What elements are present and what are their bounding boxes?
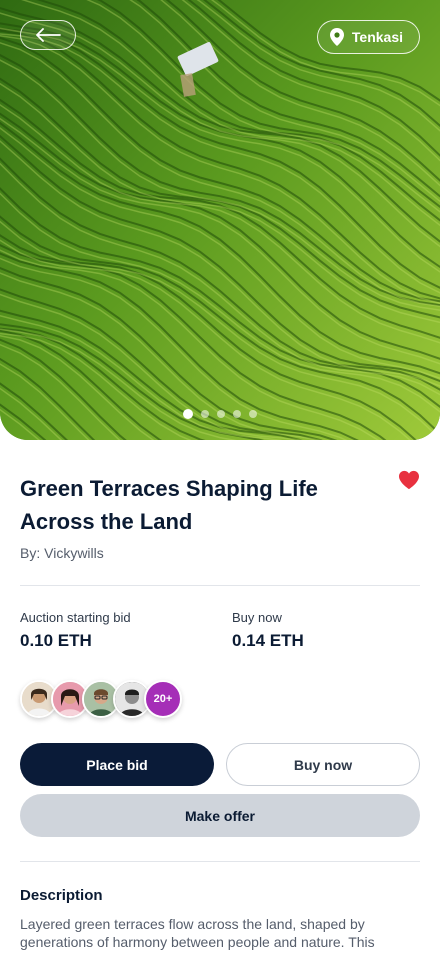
- divider: [20, 585, 420, 586]
- description-text: Layered green terraces flow across the l…: [20, 916, 375, 950]
- back-button[interactable]: [20, 20, 76, 50]
- creator-label: By: Vickywills: [20, 545, 104, 561]
- map-pin-icon: [329, 28, 344, 46]
- arrow-left-icon: [36, 28, 61, 42]
- terraces-photo: [0, 0, 440, 440]
- location-button[interactable]: Tenkasi: [316, 20, 420, 54]
- auction-bid-value: 0.10 ETH: [20, 631, 92, 650]
- description-title: Description: [20, 887, 103, 904]
- carousel-dot-4[interactable]: [233, 410, 241, 418]
- heart-icon[interactable]: [398, 470, 420, 490]
- hero-image: Tenkasi: [0, 0, 440, 440]
- location-label: Tenkasi: [351, 29, 403, 45]
- carousel-dot-1[interactable]: [183, 409, 193, 419]
- buy-now-value: 0.14 ETH: [232, 631, 304, 650]
- buy-now-button[interactable]: Buy now: [226, 743, 420, 786]
- place-bid-button[interactable]: Place bid: [20, 743, 214, 786]
- more-bidders-badge[interactable]: 20+: [144, 680, 182, 718]
- artwork-title: Green Terraces Shaping Life Across the L…: [20, 476, 318, 534]
- carousel-dots: [0, 409, 440, 419]
- divider: [20, 861, 420, 862]
- carousel-dot-5[interactable]: [249, 410, 257, 418]
- buy-now-label: Buy now: [232, 610, 282, 625]
- carousel-dot-2[interactable]: [201, 410, 209, 418]
- bidder-avatars[interactable]: 20+: [20, 680, 182, 720]
- auction-bid-label: Auction starting bid: [20, 610, 131, 625]
- make-offer-button[interactable]: Make offer: [20, 794, 420, 837]
- carousel-dot-3[interactable]: [217, 410, 225, 418]
